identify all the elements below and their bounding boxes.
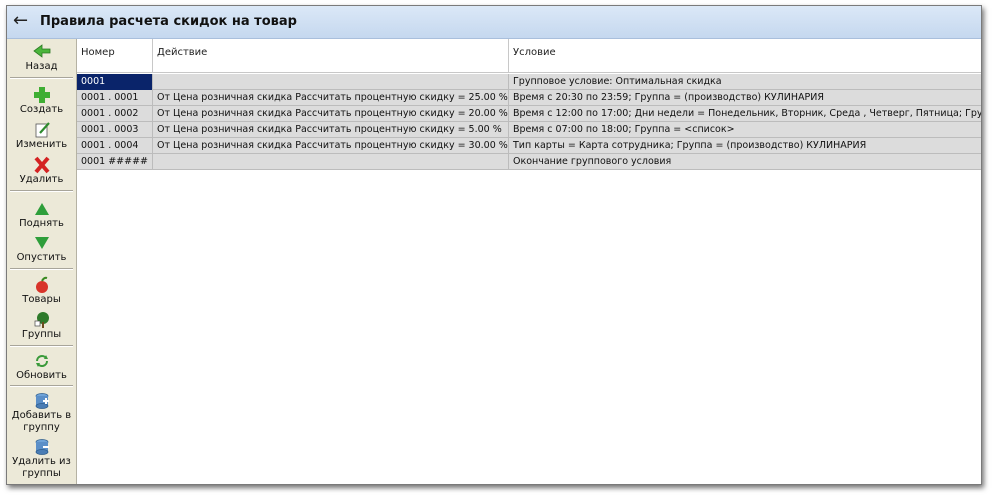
cell-action [153, 154, 509, 170]
cell-action: От Цена розничная скидка Рассчитать проц… [153, 122, 509, 138]
delete-x-icon [33, 156, 50, 174]
table-row[interactable]: 0001 ##### Окончание группового условия [77, 154, 981, 170]
table-row[interactable]: 0001 Групповое условие: Оптимальная скид… [77, 74, 981, 90]
toolbar-separator [10, 385, 73, 387]
groups-button[interactable]: Группы [7, 311, 76, 341]
main-window: ← Правила расчета скидок на товар Назад … [6, 5, 982, 485]
cell-action: От Цена розничная скидка Рассчитать проц… [153, 138, 509, 154]
page-title: Правила расчета скидок на товар [40, 14, 297, 29]
add-to-group-button[interactable]: Добавить в группу [7, 392, 76, 434]
goods-label: Товары [22, 294, 61, 305]
cell-number: 0001 [77, 74, 153, 90]
table-row[interactable]: 0001 . 0002 От Цена розничная скидка Рас… [77, 106, 981, 122]
back-button[interactable]: Назад [7, 43, 76, 73]
toolbar-separator [10, 345, 73, 347]
toolbar-separator [10, 77, 73, 79]
groups-label: Группы [21, 329, 62, 340]
remove-from-group-icon [35, 439, 49, 455]
goods-apple-icon [35, 276, 48, 293]
create-label: Создать [19, 104, 64, 115]
plus-icon [33, 87, 50, 103]
cell-action: От Цена розничная скидка Рассчитать проц… [153, 90, 509, 106]
cell-number: 0001 ##### [77, 154, 153, 170]
cell-number: 0001 . 0002 [77, 106, 153, 122]
back-label: Назад [25, 61, 58, 72]
edit-document-icon [35, 122, 50, 138]
edit-button[interactable]: Изменить [7, 121, 76, 151]
cell-condition: Групповое условие: Оптимальная скидка [513, 76, 722, 87]
sidebar-toolbar: Назад Создать Изменить Удалить Поднять О… [7, 39, 77, 484]
groups-tree-icon [34, 312, 49, 328]
table-row[interactable]: 0001 . 0004 От Цена розничная скидка Рас… [77, 138, 981, 154]
triangle-up-icon [34, 203, 49, 215]
cell-condition: Время с 20:30 по 23:59; Группа = (произв… [513, 92, 824, 103]
table-row[interactable]: 0001 . 0003 От Цена розничная скидка Рас… [77, 122, 981, 138]
cell-number: 0001 . 0003 [77, 122, 153, 138]
create-button[interactable]: Создать [7, 86, 76, 116]
edit-label: Изменить [15, 139, 68, 150]
remove-from-group-label: Удалить из группы [12, 456, 71, 479]
cell-condition: Тип карты = Карта сотрудника; Группа = (… [513, 140, 867, 151]
cell-condition: Время с 12:00 по 17:00; Дни недели = Пон… [513, 108, 981, 119]
remove-from-group-button[interactable]: Удалить из группы [7, 438, 76, 480]
move-up-label: Поднять [19, 218, 64, 229]
delete-button[interactable]: Удалить [7, 156, 76, 186]
move-up-button[interactable]: Поднять [7, 200, 76, 230]
column-header-number[interactable]: Номер [77, 39, 153, 73]
refresh-icon [35, 355, 48, 367]
goods-button[interactable]: Товары [7, 276, 76, 306]
move-down-label: Опустить [16, 252, 67, 263]
column-header-action[interactable]: Действие [153, 39, 509, 73]
toolbar-separator [10, 190, 73, 192]
triangle-down-icon [34, 237, 49, 249]
toolbar-separator [10, 268, 73, 270]
green-arrow-left-icon [32, 44, 50, 58]
cell-number: 0001 . 0001 [77, 90, 153, 106]
cell-action [153, 74, 509, 90]
table-row[interactable]: 0001 . 0001 От Цена розничная скидка Рас… [77, 90, 981, 106]
cell-number: 0001 . 0004 [77, 138, 153, 154]
cell-action: От Цена розничная скидка Рассчитать проц… [153, 106, 509, 122]
delete-label: Удалить [19, 174, 64, 185]
column-header-condition[interactable]: Условие [509, 39, 981, 73]
add-to-group-icon [35, 393, 49, 409]
cell-condition: Время с 07:00 по 18:00; Группа = <список… [513, 124, 735, 135]
refresh-label: Обновить [16, 370, 67, 381]
refresh-button[interactable]: Обновить [7, 352, 76, 382]
cell-condition: Окончание группового условия [513, 156, 672, 167]
rules-table: Номер Действие Условие 0001 Групповое ус… [77, 39, 981, 484]
back-arrow-icon[interactable]: ← [13, 10, 28, 32]
add-to-group-label: Добавить в группу [11, 410, 72, 433]
title-bar: ← Правила расчета скидок на товар [7, 6, 981, 39]
move-down-button[interactable]: Опустить [7, 234, 76, 264]
